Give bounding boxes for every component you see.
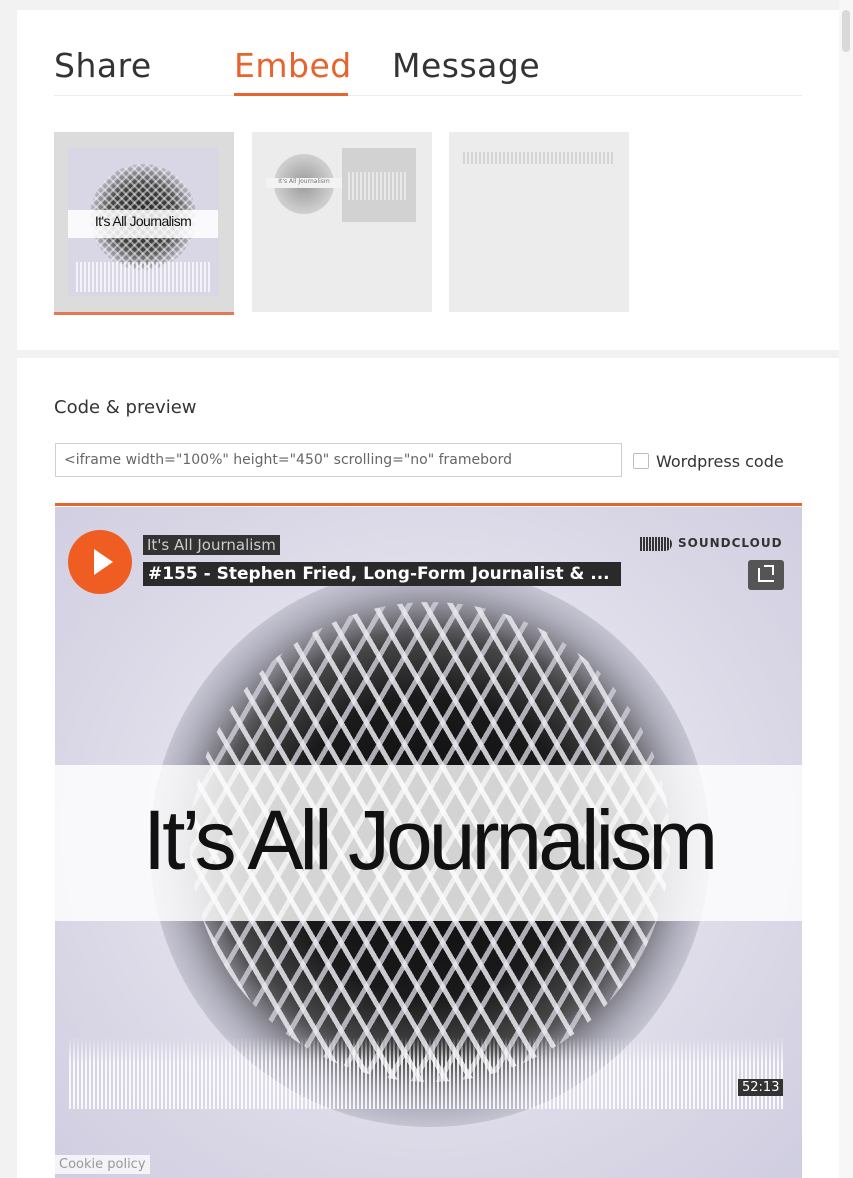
soundcloud-brand-text: SOUNDCLOUD (678, 536, 783, 550)
soundcloud-logo-icon (640, 537, 672, 551)
wordpress-code-checkbox[interactable] (633, 453, 649, 469)
widget-style-classic[interactable]: It's All Journalism (252, 132, 432, 312)
track-duration: 52:13 (738, 1079, 784, 1096)
embed-options-panel: Share Embed Message It's All Journalism … (17, 10, 839, 350)
track-title[interactable]: #155 - Stephen Fried, Long-Form Journali… (143, 562, 621, 586)
cookie-policy-link[interactable]: Cookie policy (55, 1155, 150, 1174)
wordpress-code-label[interactable]: Wordpress code (656, 452, 784, 471)
widget-style-visual[interactable]: It's All Journalism (54, 132, 234, 315)
mini-waveform (76, 262, 210, 292)
play-button[interactable] (68, 530, 132, 594)
tab-embed[interactable]: Embed (234, 46, 352, 85)
tab-message[interactable]: Message (392, 46, 540, 85)
code-preview-heading: Code & preview (54, 397, 197, 418)
active-tab-indicator (234, 93, 348, 96)
widget-style-mini[interactable] (449, 132, 629, 312)
share-button[interactable] (748, 560, 784, 590)
tab-share[interactable]: Share (54, 46, 152, 85)
play-icon (94, 549, 113, 575)
share-arrow-icon (764, 565, 774, 575)
tab-bar: Share Embed Message (54, 10, 802, 96)
embed-code-input[interactable] (55, 443, 622, 477)
classic-thumb-title: It's All Journalism (278, 178, 330, 185)
soundcloud-logo[interactable]: SOUNDCLOUD (640, 536, 785, 552)
preview-accent-bar (55, 503, 802, 506)
visual-widget-preview: It's All Journalism (68, 148, 218, 296)
waveform-scrubber[interactable] (69, 1037, 785, 1109)
soundcloud-player-preview: It’s All Journalism It's All Journalism … (55, 507, 802, 1178)
artwork-title: It’s All Journalism (142, 793, 718, 887)
mini-style-waveform (463, 152, 613, 164)
scrollbar-thumb[interactable] (842, 10, 850, 52)
artist-name[interactable]: It's All Journalism (143, 535, 280, 555)
classic-waveform (348, 172, 408, 200)
scrollbar-track[interactable] (839, 0, 853, 1178)
visual-thumb-title: It's All Journalism (94, 213, 192, 229)
